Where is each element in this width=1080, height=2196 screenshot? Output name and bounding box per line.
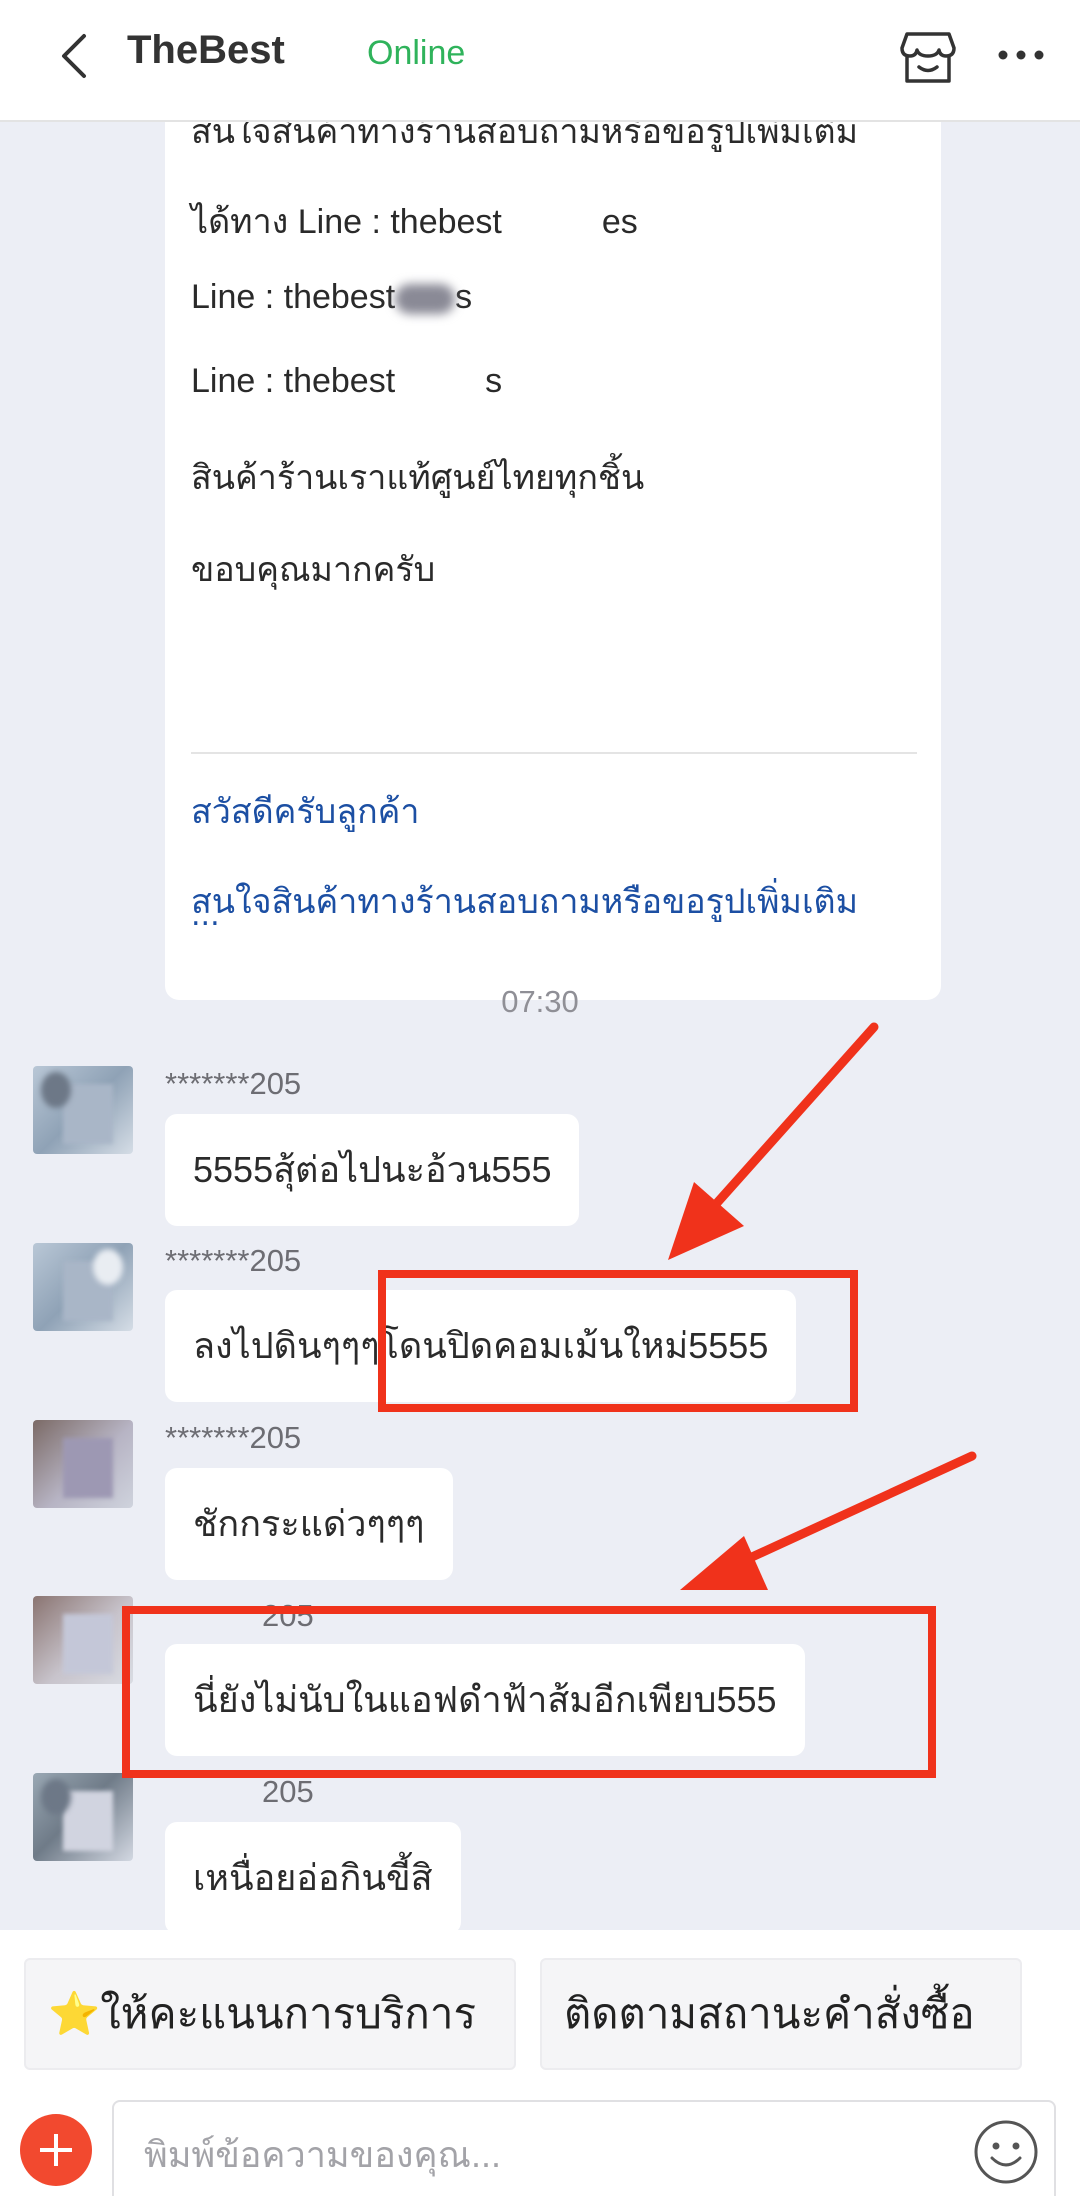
emoji-icon[interactable] (972, 2118, 1040, 2186)
star-icon: ⭐ (48, 1990, 101, 2037)
back-arrow-icon[interactable] (48, 28, 104, 84)
annotation-arrows (668, 1022, 977, 1590)
more-options-icon[interactable] (996, 40, 1046, 70)
arrow-head (668, 1182, 744, 1260)
chat-title[interactable]: TheBest (127, 28, 285, 73)
track-order-button[interactable]: ติดตามสถานะคำสั่งซื้อ (540, 1958, 1022, 2070)
online-status: Online (367, 34, 466, 72)
chat-header: TheBest Online (0, 0, 1080, 122)
arrow-line (723, 1451, 977, 1573)
arrow-head (680, 1536, 768, 1590)
arrow-line (695, 1022, 879, 1227)
chat-area[interactable]: สนใจสินค้าทางร้านสอบถามหรือขอรูปเพิ่มเติ… (0, 122, 1080, 1930)
message-input[interactable] (112, 2100, 1056, 2196)
shop-icon[interactable] (897, 26, 959, 88)
track-order-label: ติดตามสถานะคำสั่งซื้อ (564, 1990, 975, 2037)
message-input-bar (0, 2070, 1080, 2196)
rate-service-label: ให้คะแนนการบริการ (100, 1990, 476, 2037)
plus-icon[interactable] (20, 2114, 92, 2186)
rate-service-button[interactable]: ⭐ให้คะแนนการบริการ (24, 1958, 516, 2070)
quick-reply-bar: ⭐ให้คะแนนการบริการ ติดตามสถานะคำสั่งซื้อ (0, 1930, 1080, 2070)
